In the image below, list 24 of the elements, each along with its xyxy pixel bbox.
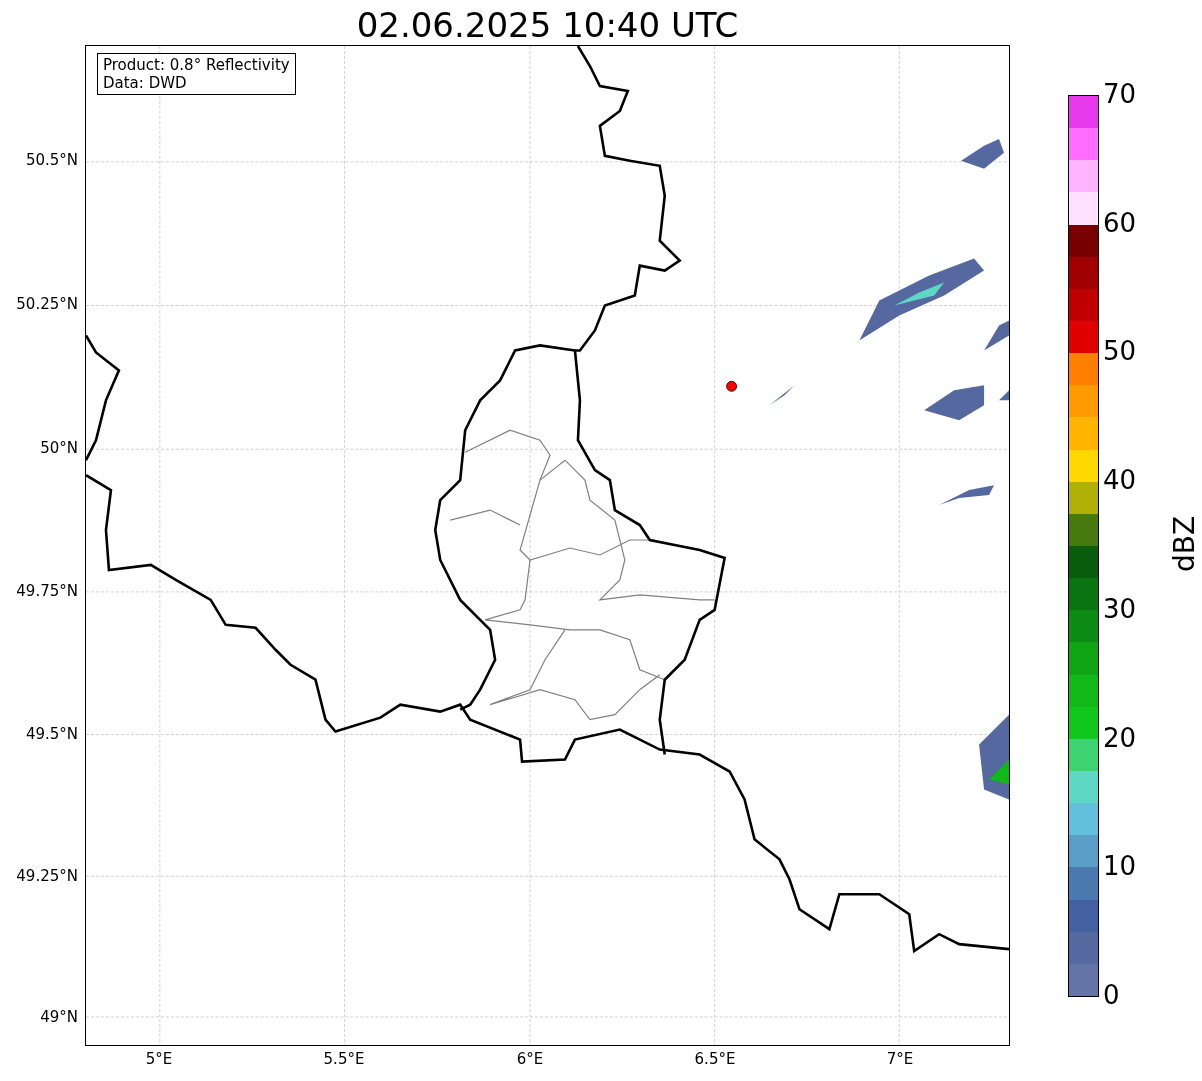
colorbar-tick-label: 50 [1103,338,1137,365]
colorbar-tick-label: 10 [1103,853,1137,880]
colorbar-tick-label: 20 [1103,724,1137,751]
longitude-label: 5.5°E [322,1052,366,1067]
latitude-label: 50°N [40,441,78,456]
latitude-label: 50.25°N [16,297,78,312]
colorbar-tick-label: 0 [1103,982,1120,1008]
latitude-label: 49.75°N [16,584,78,599]
legend-text: Data: DWD [103,74,188,92]
colorbar-tick-label: 30 [1103,595,1137,622]
longitude-label: 5°E [144,1052,174,1067]
latitude-label: 49°N [40,1010,78,1025]
longitude-label: 6.5°E [693,1052,737,1067]
latitude-label: 50.5°N [25,153,78,168]
legend-text: Product: 0.8° Reflectivity [103,56,290,74]
colorbar-tick-label: 40 [1103,467,1137,494]
colorbar-tick-label: 60 [1103,209,1137,236]
longitude-label: 6°E [515,1052,545,1067]
map-title: 02.06.2025 10:40 UTC [356,8,739,45]
colorbar-tick-label: 70 [1103,81,1137,107]
latitude-label: 49.5°N [25,727,78,742]
longitude-label: 7°E [885,1052,915,1067]
colorbar-label: dBZ [1171,515,1200,573]
latitude-label: 49.25°N [16,869,78,884]
